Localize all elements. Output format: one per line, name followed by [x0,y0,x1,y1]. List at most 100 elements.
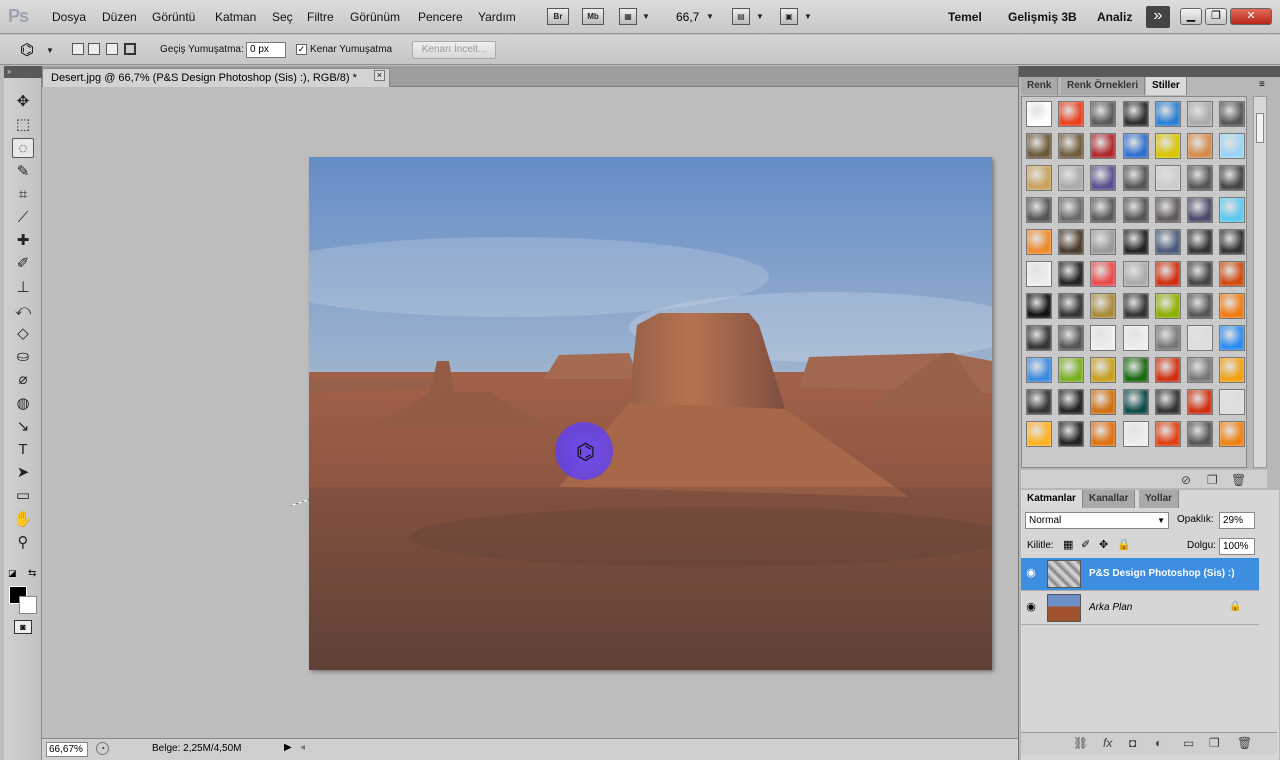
style-swatch[interactable] [1187,229,1213,255]
style-swatch[interactable] [1187,197,1213,223]
style-swatch[interactable] [1026,421,1052,447]
delete-layer-icon[interactable]: 🗑 [1237,736,1252,750]
styles-scrollbar[interactable] [1253,96,1267,468]
quick-mask-icon[interactable]: ◙ [14,620,32,634]
new-selection-icon[interactable] [72,43,84,55]
subtract-selection-icon[interactable] [106,43,118,55]
new-group-icon[interactable]: ▭ [1183,736,1194,750]
style-swatch[interactable] [1154,421,1181,447]
lock-transparency-icon[interactable]: ▦ [1063,538,1073,551]
style-swatch[interactable] [1090,101,1117,127]
panel-menu-icon[interactable]: ≡ [1259,79,1265,90]
style-swatch[interactable] [1219,293,1246,319]
tab-swatches[interactable]: Renk Örnekleri [1061,77,1146,95]
eyedropper-tool[interactable]: ⟋ [12,208,34,228]
toolbox-collapse[interactable]: » [4,66,42,78]
style-swatch[interactable] [1026,357,1052,383]
style-swatch[interactable] [1187,101,1213,127]
move-tool[interactable]: ✥ [12,92,34,112]
menu-image[interactable]: Görüntü [152,10,195,24]
tab-paths[interactable]: Yollar [1139,490,1180,508]
style-swatch[interactable] [1058,325,1085,351]
zoom-field[interactable]: 66,67% [46,742,88,757]
more-workspaces-button[interactable]: » [1146,6,1170,28]
style-swatch[interactable] [1187,293,1213,319]
style-swatch[interactable] [1058,293,1085,319]
style-swatch[interactable] [1122,357,1149,383]
style-swatch[interactable] [1026,293,1052,319]
visibility-eye-icon[interactable]: ◉ [1023,600,1039,616]
visibility-eye-icon[interactable]: ◉ [1023,566,1039,582]
style-swatch[interactable] [1026,389,1052,415]
document-tab[interactable]: Desert.jpg @ 66,7% (P&S Design Photoshop… [42,68,390,87]
style-swatch[interactable] [1219,165,1246,191]
style-swatch[interactable] [1026,197,1052,223]
brush-tool[interactable]: ✐ [12,254,34,274]
style-swatch[interactable] [1154,357,1181,383]
style-swatch[interactable] [1090,229,1117,255]
add-mask-icon[interactable]: ◘ [1129,736,1136,750]
delete-style-icon[interactable]: 🗑 [1231,473,1246,487]
style-swatch[interactable] [1090,421,1117,447]
menu-edit[interactable]: Düzen [102,10,137,24]
marquee-tool[interactable]: ⬚ [12,115,34,135]
style-swatch[interactable] [1154,165,1181,191]
view-extras-icon[interactable]: ▦ [619,8,637,25]
style-swatch[interactable] [1122,165,1149,191]
menu-help[interactable]: Yardım [478,10,516,24]
style-swatch[interactable] [1122,133,1149,159]
type-tool[interactable]: T [12,440,34,460]
menu-select[interactable]: Seç [272,10,293,24]
style-swatch[interactable] [1058,389,1085,415]
zoom-level[interactable]: 66,7 [676,10,699,24]
style-swatch[interactable] [1154,293,1181,319]
style-swatch[interactable] [1090,133,1117,159]
paint-bucket-tool[interactable]: ⛀ [12,347,34,367]
layer-style-fx-icon[interactable]: fx [1103,736,1112,750]
style-swatch[interactable] [1026,101,1052,127]
close-window-button[interactable]: ✕ [1230,8,1272,25]
stamp-tool[interactable]: ⊥ [12,278,34,298]
clear-style-icon[interactable]: ⊘ [1181,473,1191,487]
chevron-down-icon[interactable]: ▼ [642,12,650,21]
canvas-area[interactable]: ⌬ [42,88,1018,738]
default-colors-icon[interactable]: ◪ [8,568,17,579]
antialias-checkbox[interactable]: ✓ [296,44,307,55]
layer-row-selected[interactable]: ◉ P&S Design Photoshop (Sis) :) [1021,558,1259,591]
style-swatch[interactable] [1219,389,1246,415]
style-swatch[interactable] [1219,325,1246,351]
style-swatch[interactable] [1090,325,1117,351]
style-swatch[interactable] [1026,325,1052,351]
style-swatch[interactable] [1219,229,1246,255]
style-swatch[interactable] [1090,389,1117,415]
workspace-analysis[interactable]: Analiz [1097,10,1132,24]
new-style-icon[interactable]: ❐ [1207,473,1218,487]
close-tab-icon[interactable]: × [374,70,385,81]
new-layer-icon[interactable]: ❐ [1209,736,1220,750]
style-swatch[interactable] [1090,261,1117,287]
chevron-down-icon[interactable]: ▼ [706,12,714,21]
menu-layer[interactable]: Katman [215,10,256,24]
style-swatch[interactable] [1058,133,1085,159]
style-swatch[interactable] [1122,421,1149,447]
adjustment-layer-icon[interactable]: ◐ [1155,736,1162,750]
style-swatch[interactable] [1058,357,1085,383]
tab-layers[interactable]: Katmanlar [1021,490,1083,508]
style-swatch[interactable] [1090,165,1117,191]
style-swatch[interactable] [1154,101,1181,127]
maximize-button[interactable]: ❐ [1205,8,1227,25]
style-swatch[interactable] [1187,261,1213,287]
scrollbar-thumb[interactable] [1256,113,1264,143]
style-swatch[interactable] [1026,133,1052,159]
tab-color[interactable]: Renk [1021,77,1059,95]
workspace-essentials[interactable]: Temel [948,10,982,24]
healing-tool[interactable]: ✚ [12,231,34,251]
style-swatch[interactable] [1026,229,1052,255]
crop-tool[interactable]: ⌗ [12,185,34,205]
style-swatch[interactable] [1154,389,1181,415]
style-swatch[interactable] [1090,357,1117,383]
dodge-tool[interactable]: ◍ [12,394,34,414]
status-info-icon[interactable]: ◔ [96,742,109,755]
style-swatch[interactable] [1090,197,1117,223]
style-swatch[interactable] [1219,133,1246,159]
